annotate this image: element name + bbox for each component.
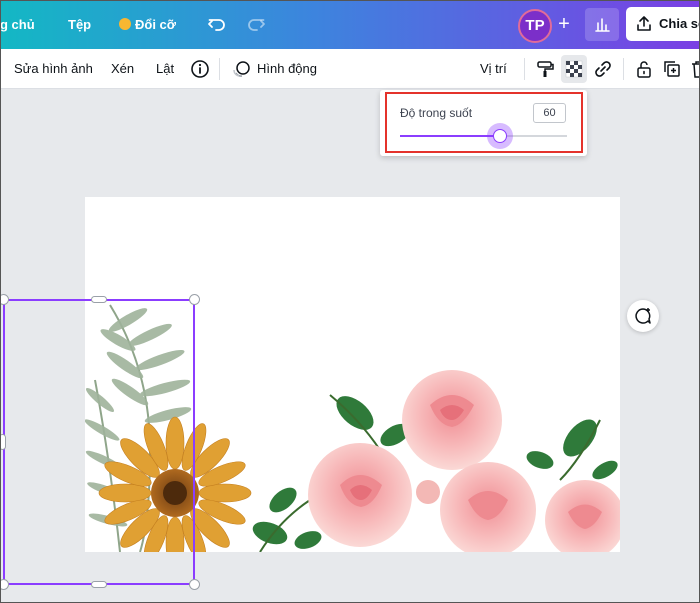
selection-box[interactable] [3, 299, 195, 585]
resize-handle-left[interactable] [0, 434, 6, 450]
roses [308, 370, 620, 552]
resize-handle-bottom[interactable] [91, 581, 107, 588]
resize-handle-bottom-right[interactable] [189, 579, 200, 590]
resize-handle-top[interactable] [91, 296, 107, 303]
highlight-outline [385, 92, 583, 153]
comment-add-icon [635, 308, 651, 324]
add-comment-button[interactable] [627, 300, 659, 332]
resize-handle-top-right[interactable] [189, 294, 200, 305]
